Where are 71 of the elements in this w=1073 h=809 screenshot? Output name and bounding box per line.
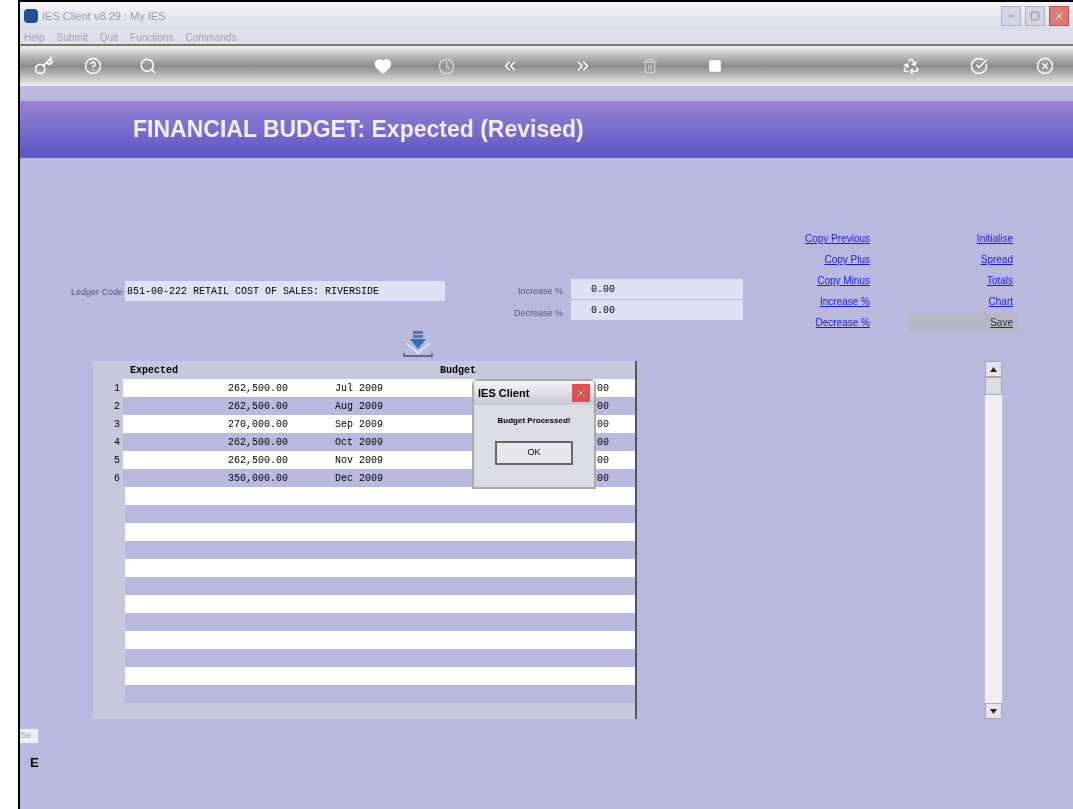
heart-icon[interactable] [374,57,392,75]
scroll-down-button[interactable] [985,703,1002,719]
maximize-icon [1030,11,1040,21]
table-cell-text: Jul 2009 [335,381,384,396]
table-cell-text: 00 [597,381,609,396]
table-cell-text: 00 [597,435,609,450]
ledger-code-field[interactable]: 851-00-222 RETAIL COST OF SALES: RIVERSIDE [125,281,445,301]
field-label: Ledger Code [69,286,123,299]
key-icon[interactable] [34,56,54,76]
action-link[interactable]: Chart [908,292,1018,311]
up-arrow-icon [990,366,997,372]
download-icon[interactable] [402,329,434,359]
field-label: Increase % [517,284,563,298]
table-cell-text: 262,500.00 [227,399,288,414]
table-cell-text: 00 [597,399,609,414]
table-cell-text: Dec 2009 [335,471,384,486]
app-icon [24,9,38,23]
check-icon[interactable] [970,57,988,75]
table-cell-text: Aug 2009 [335,399,384,414]
close-icon[interactable] [1036,57,1054,75]
table-cell-text: 270,000.00 [227,417,288,432]
table-cell-text: Sep 2009 [335,417,384,432]
ok-button[interactable]: OK [495,441,573,465]
recycle-icon[interactable] [902,57,920,75]
close-icon [575,387,587,399]
table-cell-text: 262,500.00 [227,435,288,450]
column-header: Budget [440,363,476,378]
table-cell-text: 262,500.00 [227,381,288,396]
close-button[interactable] [572,384,590,402]
action-link[interactable]: Decrease % [815,312,870,333]
action-link[interactable]: Copy Minus [817,270,870,291]
action-link[interactable]: Copy Previous [804,228,870,249]
dialog-message: Budget Processed! [496,415,572,427]
down-arrow-icon [990,708,997,714]
table-cell-text: 00 [597,453,609,468]
action-link[interactable]: Copy Plus [824,249,870,270]
help-icon[interactable] [84,57,102,75]
search-icon[interactable] [139,57,157,75]
section-label: Se [20,729,38,743]
scrollbar-thumb[interactable] [985,377,1002,395]
action-link[interactable]: Increase % [819,291,870,312]
action-link[interactable]: Spread [908,250,1018,269]
scrollbar[interactable] [985,361,1002,719]
page-title: FINANCIAL BUDGET: Expected (Revised) [133,115,584,145]
column-header: Expected [130,363,179,378]
action-link[interactable]: Initialise [908,229,1018,248]
stop-icon[interactable] [708,59,722,73]
table-cell-text: 262,500.00 [227,453,288,468]
table-cell-text: Nov 2009 [335,453,384,468]
scroll-up-button[interactable] [985,361,1002,377]
clock-icon[interactable] [438,57,455,75]
percent-field[interactable]: 0.00 [571,279,743,299]
row-number: 1 [113,381,121,396]
table-cell-text: 350,000.00 [227,471,288,486]
row-number: 4 [113,435,121,450]
close-icon [1053,10,1065,22]
field-label: Decrease % [513,306,563,320]
percent-field[interactable]: 0.00 [571,300,743,320]
row-number: 6 [113,471,121,486]
window-title: IES Client v8.29 : My IES [42,8,166,24]
row-number: 2 [113,399,121,414]
action-link[interactable]: Save [908,313,1018,332]
table-cell-text: 00 [597,417,609,432]
action-link[interactable]: Totals [908,271,1018,290]
close-button[interactable] [1049,6,1069,26]
row-number: 5 [113,453,121,468]
section-value: E [30,753,40,772]
row-number: 3 [113,417,121,432]
table-cell-text: 00 [597,471,609,486]
dialog-title: IES Client [478,385,530,401]
table-cell-text: Oct 2009 [335,435,384,450]
